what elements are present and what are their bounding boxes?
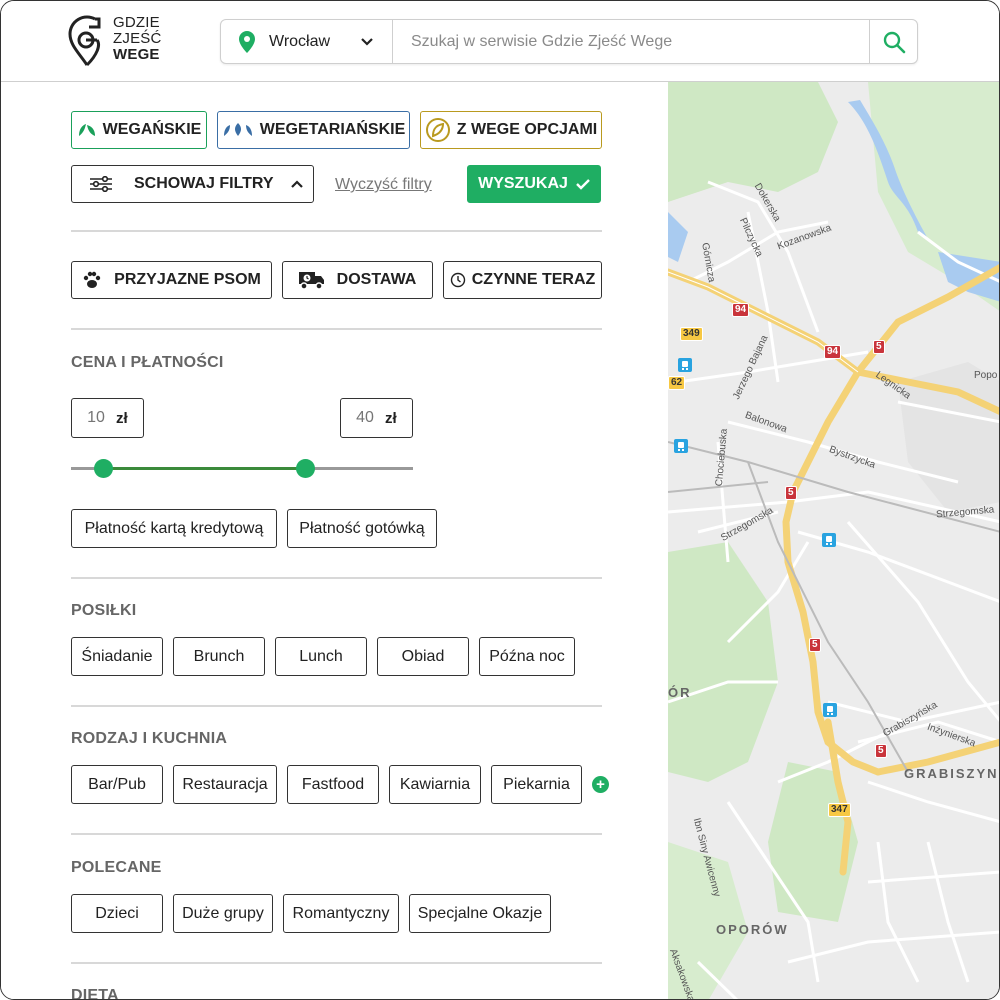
kind-section-title: RODZAJ I KUCHNIA [71,730,228,747]
search-input[interactable] [393,20,869,63]
divider [71,230,602,232]
city-select[interactable]: Wrocław [221,20,393,63]
price-max-currency: zł [385,409,397,427]
vegetarian-filter-label: WEGETARIAŃSKIE [259,121,406,138]
city-label: Wrocław [269,32,331,50]
meal-chip[interactable]: Brunch [173,637,265,676]
logo-line1: GDZIE [113,14,160,31]
price-max-input[interactable] [345,409,385,427]
toggle-filters-button[interactable]: SCHOWAJ FILTRY [71,165,314,203]
road-number-badge: 347 [828,803,851,817]
map-street-label: Popo [974,370,998,381]
kind-chip[interactable]: Fastfood [287,765,379,804]
toggle-filters-label: SCHOWAJ FILTRY [134,175,274,192]
sliders-icon [90,176,112,192]
road-number-badge: 94 [824,345,842,359]
road-number-badge: 94 [732,303,750,317]
logo-icon [68,15,101,67]
vegan-filter-button[interactable]: WEGAŃSKIE [71,111,207,149]
dog-friendly-label: PRZYJAZNE PSOM [114,271,261,288]
meals-section-title: POSIŁKI [71,602,137,619]
delivery-button[interactable]: DOSTAWA [282,261,433,299]
kind-chip[interactable]: Kawiarnia [389,765,481,804]
search-button[interactable] [869,20,917,63]
logo[interactable]: GDZIE ZJEŚĆ WEGE [67,15,167,69]
price-section-title: CENA I PŁATNOŚCI [71,354,224,371]
kind-chip[interactable]: Piekarnia [491,765,582,804]
road-number-badge: 5 [875,744,887,758]
leaf-icon [77,122,97,138]
meal-chip[interactable]: Lunch [275,637,367,676]
road-number-badge: 5 [785,486,797,500]
price-min-field[interactable]: zł [71,398,144,438]
header: GDZIE ZJEŚĆ WEGE Wrocław [1,1,999,82]
recommended-chip[interactable]: Specjalne Okazje [409,894,551,933]
meal-chip[interactable]: Obiad [377,637,469,676]
price-slider-min-handle[interactable] [94,459,113,478]
price-slider-range [103,467,306,470]
location-pin-icon [239,30,255,53]
map-district-label: ÓR [668,685,692,700]
tram-stop-icon[interactable] [674,439,688,453]
recommended-chip[interactable]: Dzieci [71,894,163,933]
meal-chip[interactable]: Śniadanie [71,637,163,676]
search-submit-button[interactable]: WYSZUKAJ [467,165,601,203]
price-max-field[interactable]: zł [340,398,413,438]
divider [71,962,602,964]
road-number-badge: 5 [809,638,821,652]
map-district-label: OPORÓW [716,922,789,937]
truck-icon [298,270,325,290]
leaves-icon [222,122,254,138]
payment-card-chip[interactable]: Płatność kartą kredytową [71,509,277,548]
divider [71,328,602,330]
logo-line3: WEGE [113,46,160,63]
tram-stop-icon[interactable] [823,703,837,717]
vege-options-filter-label: Z WEGE OPCJAMI [456,121,598,138]
more-kinds-plus-icon[interactable]: + [592,776,609,793]
clear-filters-link[interactable]: Wyczyść filtry [335,176,432,194]
kind-chip[interactable]: Bar/Pub [71,765,163,804]
search-submit-label: WYSZUKAJ [478,175,568,192]
clock-icon [450,272,466,288]
paw-icon [82,270,102,290]
divider [71,577,602,579]
price-min-input[interactable] [76,409,116,427]
recommended-section-title: POLECANE [71,859,162,876]
road-number-badge: 62 [668,376,686,390]
diet-section-title: DIETA [71,987,119,1000]
price-min-currency: zł [116,409,128,427]
map[interactable]: Dokerska Pilczycka Kozanowska Górnicza J… [668,82,999,999]
check-icon [576,179,590,190]
divider [71,705,602,707]
filters-panel: WEGAŃSKIE WEGETARIAŃSKIE Z WEGE OPCJAMI … [1,82,668,1000]
road-number-badge: 5 [873,340,885,354]
vege-options-filter-button[interactable]: Z WEGE OPCJAMI [420,111,602,149]
open-now-button[interactable]: CZYNNE TERAZ [443,261,602,299]
recommended-chip[interactable]: Duże grupy [173,894,273,933]
payment-cash-chip[interactable]: Płatność gotówką [287,509,437,548]
recommended-chip[interactable]: Romantyczny [283,894,399,933]
vegan-filter-label: WEGAŃSKIE [102,121,202,138]
leaf-circle-icon [425,117,451,143]
road-number-badge: 349 [680,327,703,341]
search-bar: Wrocław [220,19,918,64]
kind-chip[interactable]: Restauracja [173,765,277,804]
chevron-down-icon [361,37,373,46]
dog-friendly-button[interactable]: PRZYJAZNE PSOM [71,261,272,299]
chevron-up-icon [290,180,303,188]
vegetarian-filter-button[interactable]: WEGETARIAŃSKIE [217,111,410,149]
open-now-label: CZYNNE TERAZ [471,271,596,288]
divider [71,833,602,835]
app-frame: GDZIE ZJEŚĆ WEGE Wrocław Szukaj w serwis… [0,0,1000,1000]
meal-chip[interactable]: Późna noc [479,637,575,676]
map-district-label: GRABISZYN [904,766,999,781]
tram-stop-icon[interactable] [678,358,692,372]
logo-text: GDZIE ZJEŚĆ WEGE [113,15,162,63]
search-icon [883,31,905,53]
logo-line2: ZJEŚĆ [113,30,162,47]
price-slider-max-handle[interactable] [296,459,315,478]
delivery-label: DOSTAWA [336,271,417,288]
tram-stop-icon[interactable] [822,533,836,547]
